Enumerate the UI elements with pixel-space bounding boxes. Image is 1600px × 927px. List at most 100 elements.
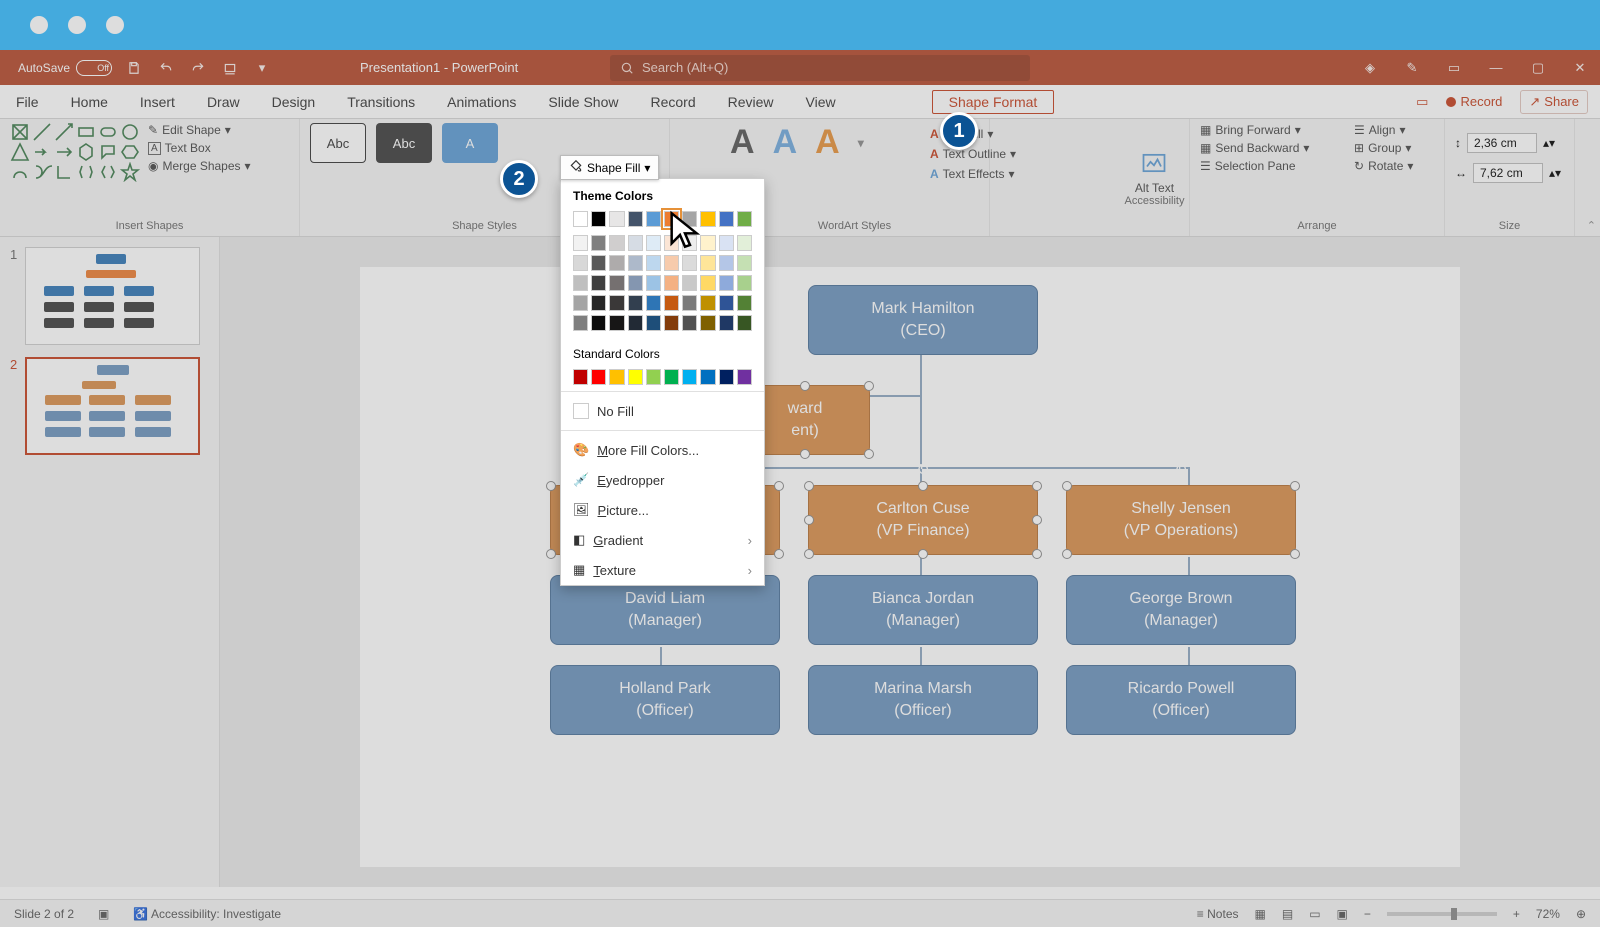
tab-slide-show[interactable]: Slide Show — [532, 85, 634, 118]
theme-shade-swatch[interactable] — [646, 235, 661, 251]
theme-shade-swatch[interactable] — [700, 295, 715, 311]
theme-shade-swatch[interactable] — [700, 275, 715, 291]
theme-shade-swatch[interactable] — [628, 275, 643, 291]
undo-icon[interactable] — [156, 58, 176, 78]
tab-shape-format[interactable]: Shape Format — [932, 90, 1055, 114]
theme-shade-swatch[interactable] — [682, 275, 697, 291]
tab-home[interactable]: Home — [55, 85, 124, 118]
theme-shade-swatch[interactable] — [737, 275, 752, 291]
maximize-icon[interactable]: ▢ — [1528, 58, 1548, 78]
org-box-ceo[interactable]: Mark Hamilton (CEO) — [808, 285, 1038, 355]
rotate-handle-icon[interactable]: ↻ — [1174, 460, 1188, 474]
search-input[interactable]: Search (Alt+Q) — [610, 55, 1030, 81]
standard-color-swatch[interactable] — [609, 369, 624, 385]
zoom-slider[interactable] — [1387, 912, 1497, 916]
standard-color-swatch[interactable] — [591, 369, 606, 385]
standard-color-swatch[interactable] — [664, 369, 679, 385]
shape-height-input[interactable]: ↕2,36 cm▴▾ — [1455, 133, 1564, 153]
close-icon[interactable]: ✕ — [1570, 58, 1590, 78]
autosave-toggle[interactable]: AutoSave Off — [18, 60, 112, 76]
standard-color-swatch[interactable] — [700, 369, 715, 385]
traffic-light-close[interactable] — [30, 16, 48, 34]
theme-color-swatch[interactable] — [719, 211, 734, 227]
theme-color-swatch[interactable] — [609, 211, 624, 227]
pen-icon[interactable]: ✎ — [1402, 58, 1422, 78]
theme-shade-swatch[interactable] — [664, 295, 679, 311]
theme-shade-swatch[interactable] — [664, 315, 679, 331]
slideshow-view-icon[interactable]: ▣ — [1337, 907, 1348, 921]
collapse-ribbon-icon[interactable]: ⌃ — [1587, 219, 1596, 232]
theme-shade-swatch[interactable] — [573, 295, 588, 311]
standard-color-swatch[interactable] — [682, 369, 697, 385]
theme-shade-swatch[interactable] — [591, 315, 606, 331]
theme-shade-swatch[interactable] — [609, 275, 624, 291]
theme-shade-swatch[interactable] — [591, 235, 606, 251]
align-button[interactable]: ☰Align ▾ — [1354, 123, 1444, 137]
text-box-button[interactable]: AText Box — [148, 141, 251, 155]
theme-shade-swatch[interactable] — [682, 295, 697, 311]
theme-shade-swatch[interactable] — [646, 255, 661, 271]
standard-color-swatch[interactable] — [646, 369, 661, 385]
tab-design[interactable]: Design — [256, 85, 332, 118]
theme-shade-swatch[interactable] — [646, 315, 661, 331]
tab-view[interactable]: View — [790, 85, 852, 118]
picture-option[interactable]: 🖼Picture... — [561, 495, 764, 525]
theme-shade-swatch[interactable] — [719, 235, 734, 251]
theme-shade-swatch[interactable] — [573, 235, 588, 251]
accessibility-status[interactable]: ♿ Accessibility: Investigate — [133, 907, 281, 921]
no-fill-option[interactable]: No Fill — [561, 396, 764, 426]
record-button[interactable]: Record — [1446, 94, 1502, 109]
theme-shade-swatch[interactable] — [737, 315, 752, 331]
tab-record[interactable]: Record — [634, 85, 711, 118]
slide-thumb-1[interactable]: 1 — [10, 247, 209, 345]
edit-shape-button[interactable]: ✎Edit Shape ▾ — [148, 123, 251, 137]
traffic-light-min[interactable] — [68, 16, 86, 34]
rotate-button[interactable]: ↻Rotate ▾ — [1354, 159, 1444, 173]
tab-review[interactable]: Review — [712, 85, 790, 118]
alt-text-button[interactable]: Alt Text — [1135, 149, 1174, 195]
standard-color-swatch[interactable] — [628, 369, 643, 385]
merge-shapes-button[interactable]: ◉Merge Shapes ▾ — [148, 159, 251, 173]
eyedropper-option[interactable]: 💉Eyedropper — [561, 465, 764, 495]
theme-shade-swatch[interactable] — [682, 255, 697, 271]
minimize-icon[interactable]: — — [1486, 58, 1506, 78]
qat-more-icon[interactable]: ▾ — [252, 58, 272, 78]
save-icon[interactable] — [124, 58, 144, 78]
selection-pane-button[interactable]: ☰Selection Pane — [1200, 159, 1350, 173]
theme-shade-swatch[interactable] — [609, 295, 624, 311]
tab-draw[interactable]: Draw — [191, 85, 256, 118]
normal-view-icon[interactable]: ▦ — [1255, 907, 1266, 921]
theme-color-swatch[interactable] — [628, 211, 643, 227]
org-box-vp-finance[interactable]: Carlton Cuse (VP Finance) ↻ — [808, 485, 1038, 555]
zoom-out-icon[interactable]: − — [1364, 907, 1371, 921]
group-button[interactable]: ⊞Group ▾ — [1354, 141, 1444, 155]
slide-thumb-2[interactable]: 2 — [10, 357, 209, 455]
theme-shade-swatch[interactable] — [719, 275, 734, 291]
tab-insert[interactable]: Insert — [124, 85, 191, 118]
theme-shade-swatch[interactable] — [609, 235, 624, 251]
theme-shade-swatch[interactable] — [737, 295, 752, 311]
slide-thumbnail-panel[interactable]: 1 2 — [0, 237, 220, 887]
org-box-off-1[interactable]: Holland Park(Officer) — [550, 665, 780, 735]
theme-shade-swatch[interactable] — [682, 315, 697, 331]
theme-color-swatch[interactable] — [591, 211, 606, 227]
theme-shade-swatch[interactable] — [628, 315, 643, 331]
theme-color-swatch[interactable] — [646, 211, 661, 227]
wordart-thumb-2[interactable]: A — [773, 123, 798, 162]
theme-color-swatch[interactable] — [573, 211, 588, 227]
send-backward-button[interactable]: ▦Send Backward ▾ — [1200, 141, 1350, 155]
tab-transitions[interactable]: Transitions — [331, 85, 431, 118]
gradient-option[interactable]: ◧Gradient› — [561, 525, 764, 555]
theme-shade-swatch[interactable] — [609, 255, 624, 271]
theme-shade-swatch[interactable] — [664, 255, 679, 271]
text-outline-button[interactable]: AText Outline ▾ — [930, 147, 1016, 161]
bring-forward-button[interactable]: ▦Bring Forward ▾ — [1200, 123, 1350, 137]
theme-shade-swatch[interactable] — [737, 235, 752, 251]
tab-file[interactable]: File — [0, 85, 55, 118]
fit-to-window-icon[interactable]: ⊕ — [1576, 907, 1586, 921]
shape-width-input[interactable]: ↔7,62 cm▴▾ — [1455, 163, 1564, 183]
standard-color-swatch[interactable] — [573, 369, 588, 385]
theme-shade-swatch[interactable] — [664, 275, 679, 291]
notes-button[interactable]: ≡ Notes — [1197, 907, 1239, 921]
slide-canvas-area[interactable]: Mark Hamilton (CEO) ward ent) Carlton Cu… — [220, 237, 1600, 887]
